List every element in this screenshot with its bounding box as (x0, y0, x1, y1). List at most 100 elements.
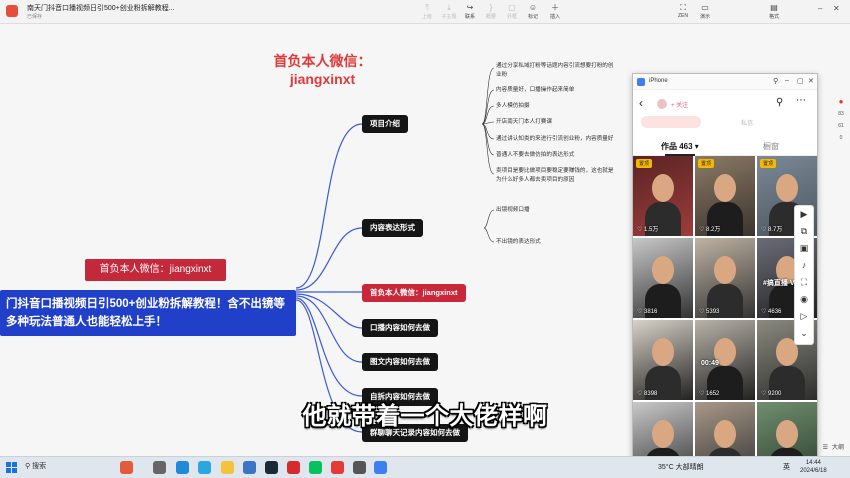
present-button[interactable]: ▭ 演示 (692, 3, 718, 20)
person-face (776, 174, 798, 202)
video-caption: 他就带着一个大佬样啊 (302, 403, 548, 430)
follow-button[interactable]: + 关注 (671, 100, 688, 109)
like-count: ♡ 8.2万 (699, 227, 721, 233)
edge-indicator-icon: ● (838, 97, 844, 106)
wechat-tag: 首负本人微信：jiangxinxt (85, 259, 226, 281)
maximize-icon[interactable]: ▢ (797, 77, 804, 85)
leaf-intro-7b[interactable]: 为什么好多人都去卖项目的原因 (496, 176, 574, 185)
watermark-title: 首负本人微信： jiangxinxt (273, 53, 372, 87)
leaf-expression-1[interactable]: 出镜视频口播 (496, 206, 530, 215)
fullscreen-icon[interactable]: ⛶ (795, 274, 813, 291)
phone-window[interactable]: iPhone ⚲ – ▢ ✕ ‹ + 关注 ⚲ ⋯ 私信 作品 463 ▾ 橱窗… (632, 73, 818, 460)
app-dark-icon[interactable] (353, 461, 366, 474)
node-project-intro[interactable]: 项目介绍 (362, 115, 408, 133)
tab-showcase[interactable]: 橱窗 (763, 141, 779, 152)
video-thumbnail[interactable] (695, 402, 755, 459)
pin-icon[interactable]: ⚲ (773, 77, 778, 85)
browser-icon[interactable] (198, 461, 211, 474)
leaf-intro-4[interactable]: 开店南天门本人打赛课 (496, 118, 552, 127)
store-icon[interactable] (243, 461, 256, 474)
present-icon: ▭ (701, 3, 709, 12)
wps-icon[interactable] (287, 461, 300, 474)
person-face (714, 420, 736, 448)
video-thumbnail[interactable] (633, 402, 693, 459)
task-view-icon[interactable] (153, 461, 166, 474)
edge-stats: ● 83 61 0 (832, 96, 850, 166)
folder-icon[interactable] (221, 461, 234, 474)
document-title: 南天门抖音口播视频日引500+创业粉拆解教程... (27, 5, 175, 12)
leaf-intro-1[interactable]: 通过分享私域打粉等话题内容引流想要打粉的创 (496, 62, 613, 71)
clock[interactable]: 14:44 2024/6/18 (800, 459, 827, 475)
tab-works[interactable]: 作品 463 ▾ (661, 141, 699, 152)
leaf-intro-3[interactable]: 多人模仿拍摄 (496, 102, 530, 111)
app-logo-icon (6, 5, 18, 17)
mindmap-app-icon[interactable] (374, 461, 387, 474)
outline-toggle[interactable]: ☰ 大纲 (819, 442, 844, 451)
profile-tabs: 作品 463 ▾ 橱窗 (633, 136, 817, 156)
leaf-intro-7[interactable]: 卖项目是要比做项目要稳定要赚钱的，这也就是 (496, 167, 613, 176)
phone-window-title: iPhone (649, 78, 668, 84)
video-thumbnail[interactable]: ♡ 8398 (633, 320, 693, 400)
root-node[interactable]: 门抖音口播视频日引500+创业粉拆解教程！含不出镜等多种玩法普通人也能轻松上手！ (0, 290, 296, 336)
app-icon[interactable] (120, 461, 133, 474)
leaf-intro-1b[interactable]: 业粉 (496, 71, 507, 80)
video-icon[interactable]: ▷ (795, 308, 813, 325)
start-icon[interactable] (6, 462, 17, 473)
video-thumbnail[interactable]: 00:49 ♡ 1652 (695, 320, 755, 400)
screenshot-icon[interactable]: ⧉ (795, 223, 813, 240)
toolbar-insert-button[interactable]: ＋插入 (542, 3, 568, 20)
video-thumbnail[interactable] (757, 402, 817, 459)
node-content-expression[interactable]: 内容表达形式 (362, 219, 423, 237)
person-face (776, 420, 798, 448)
person-face (714, 174, 736, 202)
like-count: ♡ 3816 (637, 309, 658, 315)
node-wechat-contact[interactable]: 首负本人微信：jiangxinxt (362, 284, 466, 302)
node-image-text-content[interactable]: 图文内容如何去做 (362, 353, 438, 371)
format-button[interactable]: ▤ 格式 (761, 3, 787, 20)
chevron-down-icon[interactable]: ⌄ (795, 325, 813, 342)
save-status: 已保存 (27, 14, 43, 20)
wechat-icon[interactable] (309, 461, 322, 474)
like-count: ♡ 1.5万 (637, 227, 659, 233)
copy-icon[interactable]: ▣ (795, 240, 813, 257)
input-language[interactable]: 英 (783, 462, 790, 472)
leaf-intro-5[interactable]: 通过讲认知类的来进行引流创业粉，内容质量好 (496, 135, 613, 144)
like-count: ♡ 9200 (761, 391, 782, 397)
video-thumbnail[interactable]: 置顶 ♡ 1.5万 (633, 156, 693, 236)
more-icon[interactable]: ⋯ (796, 95, 806, 106)
leaf-intro-2[interactable]: 内容质量好，口播操作起来简单 (496, 86, 574, 95)
pinned-badge: 置顶 (636, 159, 653, 168)
app-red-icon[interactable] (331, 461, 344, 474)
minimize-icon[interactable]: – (818, 4, 822, 13)
message-pill[interactable] (641, 116, 701, 128)
steam-icon[interactable] (265, 461, 278, 474)
taskbar: ⚲ 搜索 35°C 大部晴朗 英 14:44 2024/6/18 (0, 456, 850, 478)
minimize-icon[interactable]: – (785, 77, 789, 84)
video-thumbnail[interactable]: ♡ 3816 (633, 238, 693, 318)
record-icon[interactable]: ▶ (795, 206, 813, 223)
private-message-tab[interactable]: 私信 (741, 118, 753, 127)
like-count: ♡ 5393 (699, 309, 720, 315)
volume-icon[interactable]: ♪ (795, 257, 813, 274)
phone-side-toolbar: ▶ ⧉ ▣ ♪ ⛶ ◉ ▷ ⌄ (794, 205, 814, 345)
camera-icon[interactable]: ◉ (795, 291, 813, 308)
leaf-expression-2[interactable]: 不出镜的表达形式 (496, 238, 541, 247)
leaf-intro-6[interactable]: 普通人不要去做仿拍的表达形式 (496, 151, 574, 160)
video-thumbnail[interactable]: 置顶 ♡ 8.2万 (695, 156, 755, 236)
weather-widget[interactable]: 35°C 大部晴朗 (658, 462, 704, 472)
edge-label: 61 (838, 123, 844, 129)
phone-app-icon (637, 78, 645, 86)
edge-browser-icon[interactable] (176, 461, 189, 474)
pinned-badge: 置顶 (698, 159, 715, 168)
close-icon[interactable]: ✕ (833, 4, 840, 13)
search-icon[interactable]: ⚲ (776, 97, 783, 108)
close-icon[interactable]: ✕ (808, 77, 814, 85)
phone-titlebar: iPhone ⚲ – ▢ ✕ (633, 74, 817, 90)
back-icon[interactable]: ‹ (639, 96, 643, 110)
video-thumbnail[interactable]: ♡ 5393 (695, 238, 755, 318)
avatar[interactable] (657, 99, 667, 109)
like-count: ♡ 4636 (761, 309, 782, 315)
taskbar-search[interactable]: ⚲ 搜索 (25, 461, 46, 471)
person-face (652, 256, 674, 284)
node-talking-content[interactable]: 口播内容如何去做 (362, 319, 438, 337)
